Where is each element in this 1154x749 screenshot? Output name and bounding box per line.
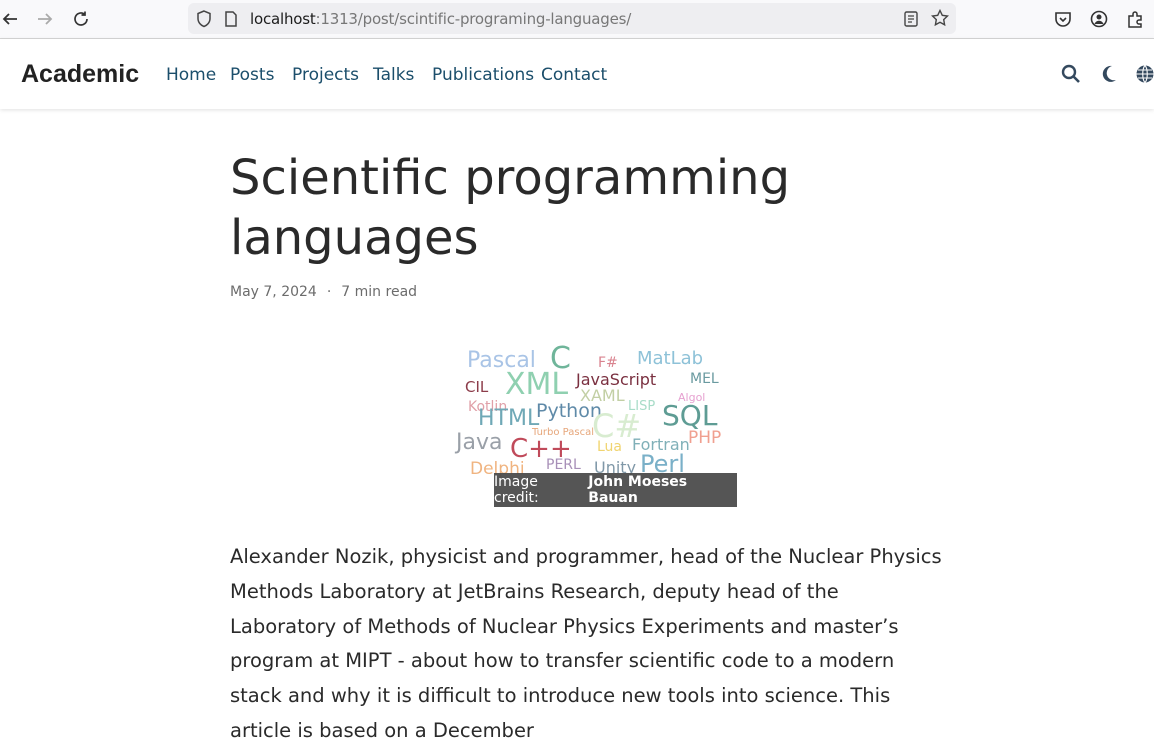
- moon-icon[interactable]: [1100, 64, 1118, 84]
- meta-separator: ·: [326, 284, 332, 300]
- site-navbar: Academic Home Posts Projects Talks Publi…: [0, 39, 1154, 109]
- url-path: :1313/post/scintific-programing-language…: [315, 10, 632, 28]
- menu-item-contact[interactable]: Contact: [541, 65, 607, 85]
- article-metadata: May 7, 2024 · 7 min read: [230, 284, 417, 300]
- url-text[interactable]: localhost:1313/post/scintific-programing…: [250, 10, 631, 28]
- star-icon[interactable]: [931, 9, 949, 27]
- reader-view-icon[interactable]: [904, 11, 918, 27]
- browser-toolbar: localhost:1313/post/scintific-programing…: [0, 0, 1154, 39]
- wordcloud-word: HTML: [478, 406, 540, 431]
- wordcloud-word: Java: [456, 430, 503, 455]
- image-credit-author[interactable]: John Moeses Bauan: [588, 474, 737, 506]
- wordcloud-word: MatLab: [637, 348, 704, 369]
- extensions-icon[interactable]: [1125, 9, 1145, 29]
- menu-item-publications[interactable]: Publications: [432, 65, 534, 85]
- image-credit-label: Image credit:: [494, 474, 539, 506]
- menu-item-projects[interactable]: Projects: [292, 65, 359, 85]
- wordcloud-word: CIL: [465, 378, 489, 396]
- article-reading-time: 7 min read: [341, 284, 418, 300]
- search-icon[interactable]: [1061, 64, 1081, 84]
- wordcloud-word: F#: [598, 355, 618, 371]
- wordcloud-word: XML: [505, 367, 569, 402]
- wordcloud-word: MEL: [690, 371, 719, 387]
- wordcloud-word: PHP: [688, 428, 722, 448]
- wordcloud-word: PERL: [546, 457, 581, 473]
- wordcloud-word: SQL: [662, 399, 718, 432]
- article-intro-paragraph: Alexander Nozik, physicist and programme…: [230, 545, 942, 742]
- menu-item-posts[interactable]: Posts: [230, 65, 274, 85]
- menu-item-talks[interactable]: Talks: [373, 65, 414, 85]
- page-icon[interactable]: [224, 11, 238, 27]
- article-date: May 7, 2024: [230, 284, 317, 300]
- url-host: localhost: [250, 10, 316, 28]
- reload-icon[interactable]: [71, 9, 91, 29]
- menu-item-home[interactable]: Home: [166, 65, 216, 85]
- globe-icon[interactable]: [1135, 64, 1154, 84]
- shield-icon[interactable]: [196, 10, 212, 28]
- url-bar[interactable]: localhost:1313/post/scintific-programing…: [188, 3, 956, 34]
- site-brand[interactable]: Academic: [21, 60, 139, 89]
- page-title: Scientific programming languages: [230, 150, 791, 266]
- pocket-icon[interactable]: [1053, 9, 1073, 29]
- arrow-left-icon[interactable]: [0, 9, 20, 29]
- arrow-right-icon[interactable]: [35, 9, 55, 29]
- account-icon[interactable]: [1089, 9, 1109, 29]
- wordcloud-word: Lua: [597, 439, 623, 455]
- image-credit-tooltip: Image credit: John Moeses Bauan: [494, 473, 737, 507]
